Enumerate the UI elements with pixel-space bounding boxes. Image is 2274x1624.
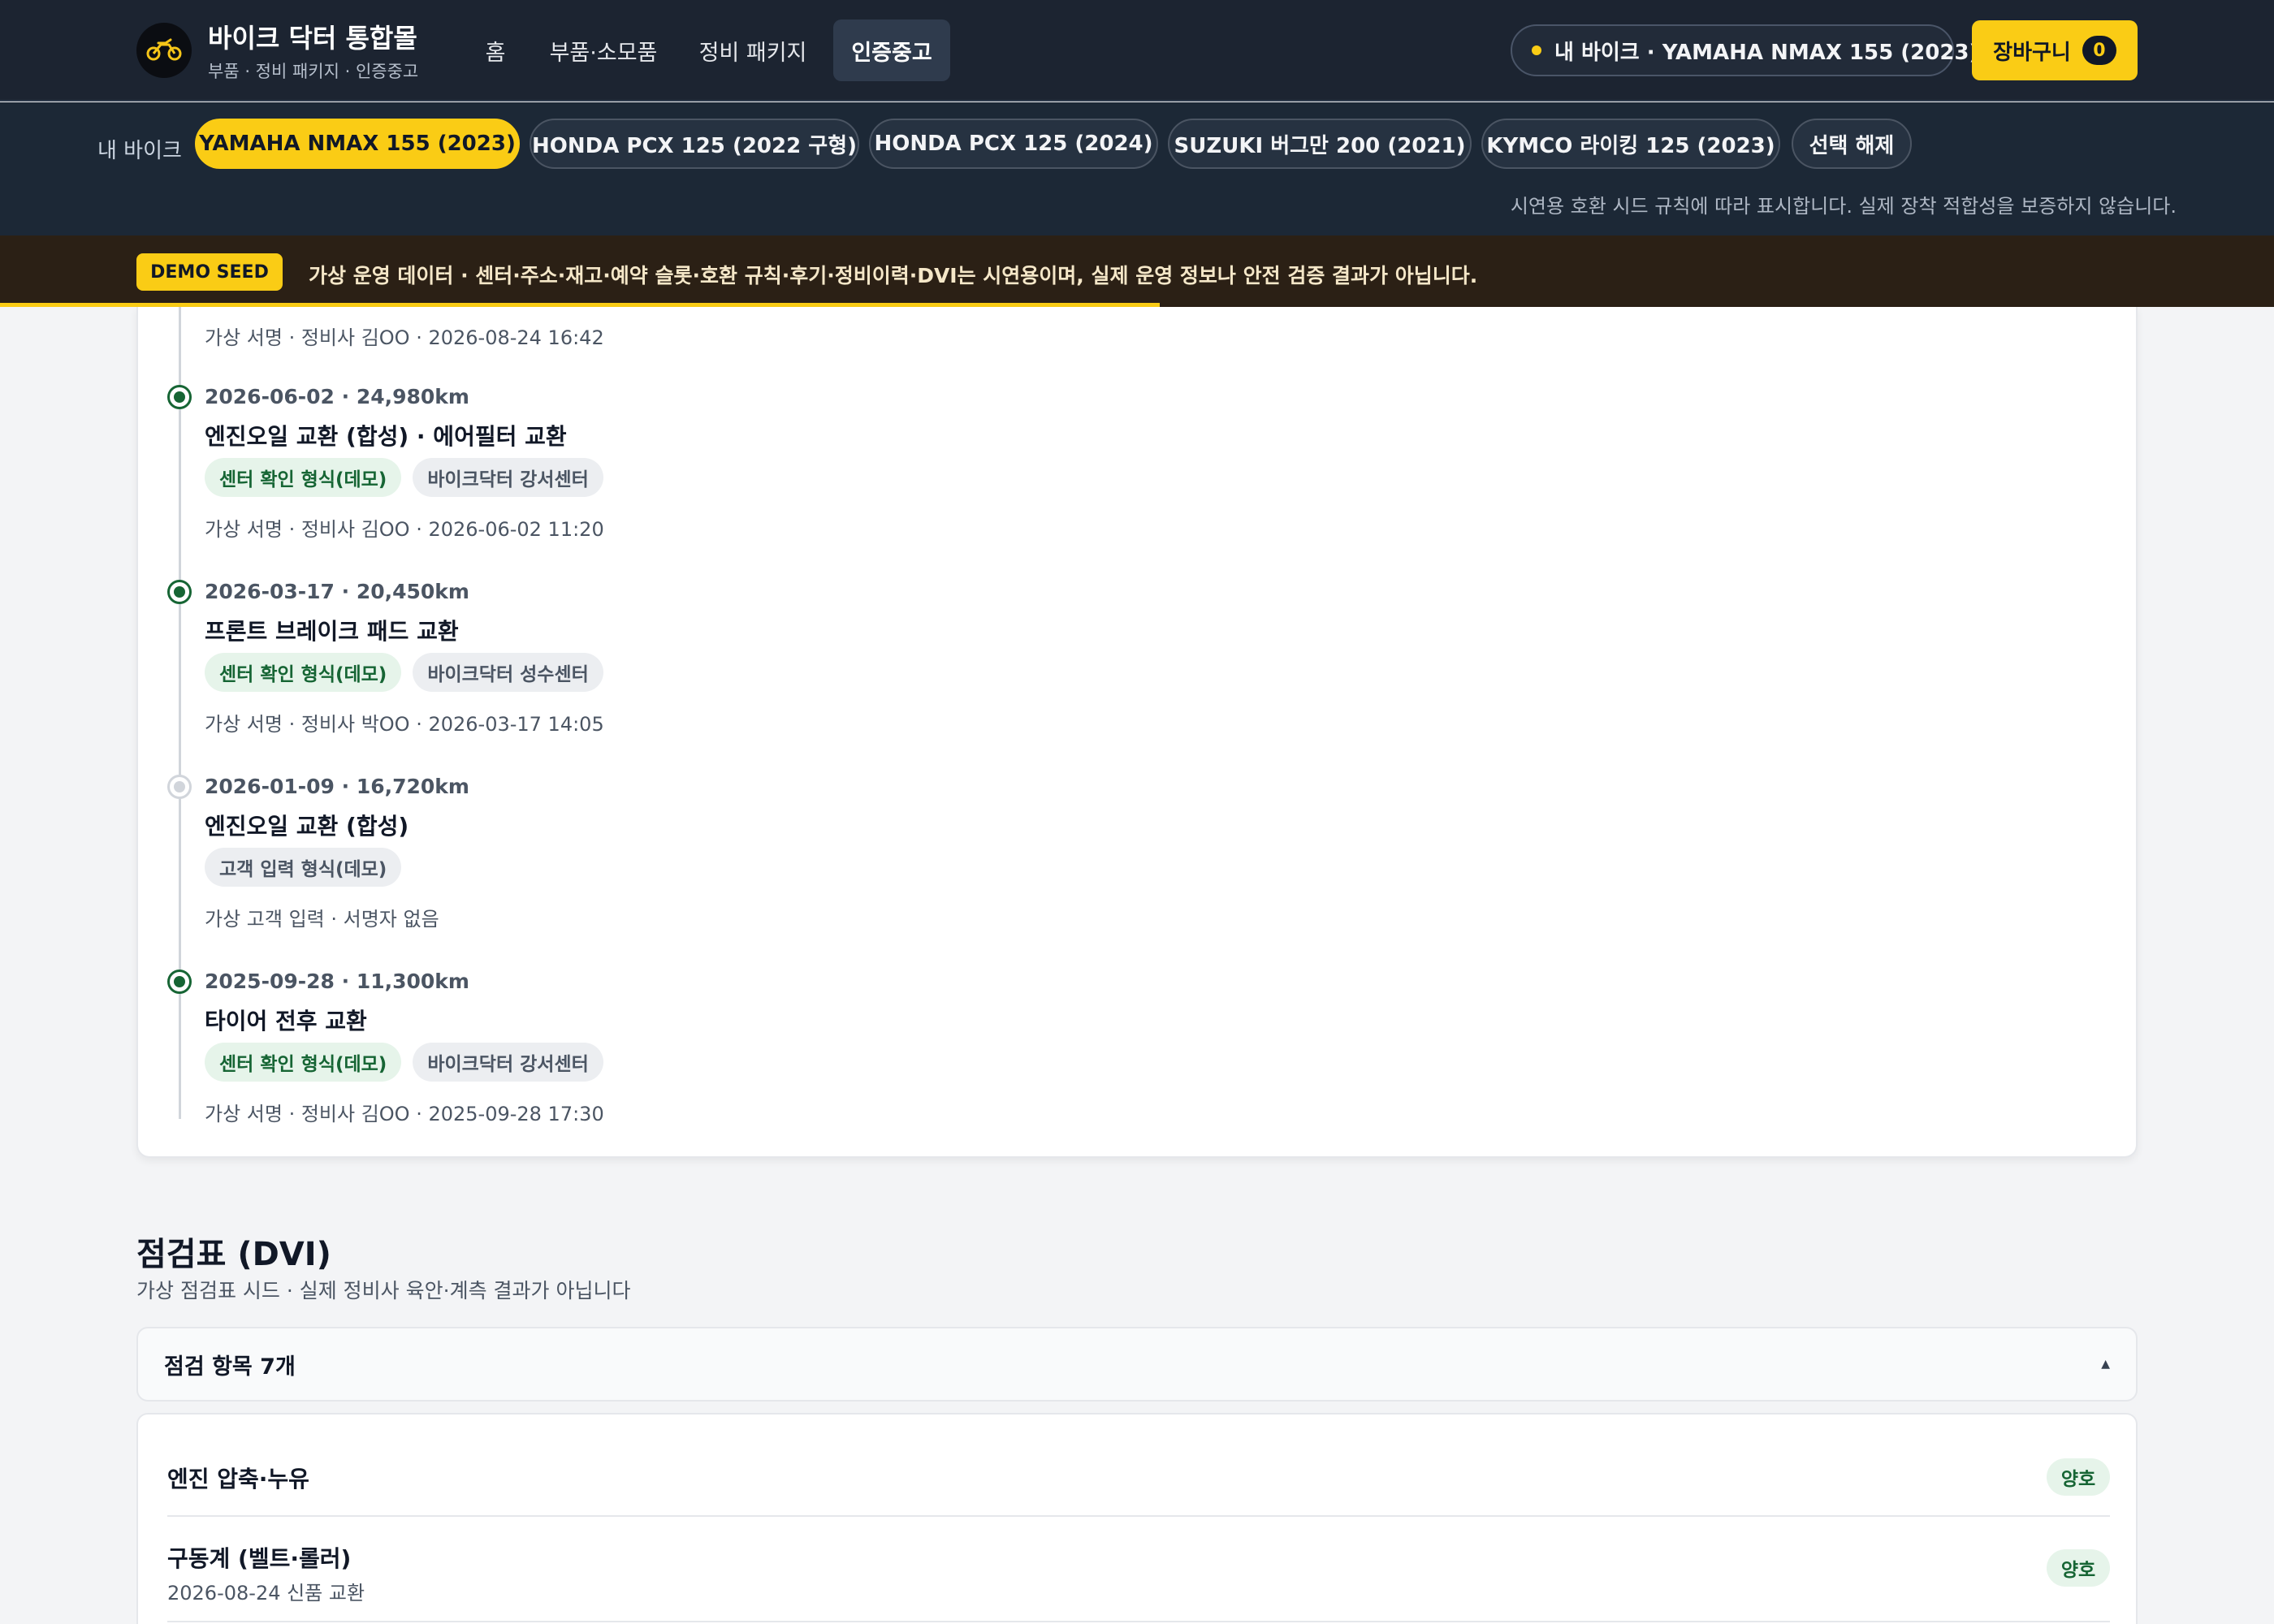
dvi-item-list: 엔진 압축·누유 양호 구동계 (벨트·롤러) 2026-08-24 신품 교환… — [136, 1413, 2138, 1624]
bike-chip-kymco-like[interactable]: KYMCO 라이킹 125 (2023) — [1481, 119, 1780, 169]
demo-seed-text: 가상 운영 데이터 · 센터·주소·재고·예약 슬롯·호환 규칙·후기·정비이력… — [309, 264, 1478, 287]
demo-seed-banner: DEMO SEED 가상 운영 데이터 · 센터·주소·재고·예약 슬롯·호환 … — [0, 235, 2274, 307]
service-history-timeline: 가상 서명 · 정비사 김OO · 2026-08-24 16:42 2026-… — [136, 307, 2138, 1158]
dvi-accordion-toggle[interactable]: 점검 항목 7개 ▲ — [136, 1327, 2138, 1402]
bike-chip-yamaha-nmax[interactable]: YAMAHA NMAX 155 (2023) — [195, 119, 520, 169]
dvi-section-title: 점검표 (DVI) — [136, 1236, 331, 1273]
top-header: 바이크 닥터 통합몰 부품 · 정비 패키지 · 인증중고 홈 부품·소모품 정… — [0, 0, 2274, 102]
timeline-entry-signature: 가상 서명 · 정비사 김OO · 2026-08-24 16:42 — [205, 326, 604, 349]
nav-parts[interactable]: 부품·소모품 — [541, 19, 666, 81]
bike-chip-clear[interactable]: 선택 해제 — [1792, 119, 1912, 169]
bike-chip-honda-pcx-2024[interactable]: HONDA PCX 125 (2024) — [869, 119, 1158, 169]
timeline-entry-title: 타이어 전후 교환 — [205, 1008, 367, 1034]
status-badge: 양호 — [2047, 1549, 2110, 1587]
timeline-entry-signature: 가상 서명 · 정비사 박OO · 2026-03-17 14:05 — [205, 713, 604, 736]
nav-home[interactable]: 홈 — [471, 19, 520, 81]
demo-seed-badge: DEMO SEED — [136, 253, 283, 291]
bike-selector-label: 내 바이크 — [97, 138, 182, 163]
verified-dot-icon — [167, 385, 192, 409]
verification-tag: 센터 확인 형식(데모) — [205, 458, 402, 497]
brand-logo[interactable] — [136, 23, 192, 78]
dvi-accordion-label: 점검 항목 7개 — [164, 1354, 296, 1380]
cart-button[interactable]: 장바구니 0 — [1972, 20, 2138, 80]
status-badge: 양호 — [2047, 1458, 2110, 1496]
center-tag: 바이크닥터 강서센터 — [413, 458, 603, 497]
timeline-entry-title: 엔진오일 교환 (합성) · 에어필터 교환 — [205, 423, 567, 450]
dvi-item-name: 구동계 (벨트·롤러) — [167, 1545, 352, 1572]
center-tag: 바이크닥터 강서센터 — [413, 1043, 603, 1082]
brand-title[interactable]: 바이크 닥터 통합몰 — [208, 18, 417, 55]
bike-chip-suzuki-burgman[interactable]: SUZUKI 버그만 200 (2021) — [1168, 119, 1472, 169]
dvi-item-row: 구동계 (벨트·롤러) 2026-08-24 신품 교환 양호 — [167, 1517, 2110, 1622]
verified-dot-icon — [167, 580, 192, 604]
timeline-entry-date: 2026-01-09 · 16,720km — [205, 775, 469, 798]
motorcycle-icon — [146, 37, 182, 64]
dvi-item-name: 엔진 압축·누유 — [167, 1466, 309, 1492]
my-bike-label: 내 바이크 · YAMAHA NMAX 155 (2023) — [1554, 40, 1979, 65]
timeline-entry-signature: 가상 서명 · 정비사 김OO · 2026-06-02 11:20 — [205, 518, 604, 541]
nav-service-packages[interactable]: 정비 패키지 — [692, 19, 814, 81]
timeline-entry-signature: 가상 고객 입력 · 서명자 없음 — [205, 908, 439, 931]
brand-subtitle: 부품 · 정비 패키지 · 인증중고 — [208, 62, 419, 81]
status-dot-icon — [1532, 45, 1541, 55]
timeline-entry-title: 엔진오일 교환 (합성) — [205, 813, 409, 840]
timeline-entry-date: 2026-06-02 · 24,980km — [205, 385, 469, 408]
verification-tag: 고객 입력 형식(데모) — [205, 848, 402, 887]
bike-chip-honda-pcx-2022[interactable]: HONDA PCX 125 (2022 구형) — [530, 119, 859, 169]
timeline-line — [179, 307, 181, 1119]
chevron-up-icon: ▲ — [2101, 1358, 2110, 1371]
center-tag: 바이크닥터 성수센터 — [413, 653, 603, 692]
timeline-entry-date: 2025-09-28 · 11,300km — [205, 970, 469, 993]
dvi-item-note: 2026-08-24 신품 교환 — [167, 1582, 365, 1605]
compatibility-disclaimer: 시연용 호환 시드 규칙에 따라 표시합니다. 실제 장착 적합성을 보증하지 … — [1510, 195, 2177, 218]
cart-count-badge: 0 — [2082, 36, 2116, 65]
nav-certified-used[interactable]: 인증중고 — [833, 19, 950, 81]
timeline-entry-signature: 가상 서명 · 정비사 김OO · 2025-09-28 17:30 — [205, 1103, 604, 1125]
verification-tag: 센터 확인 형식(데모) — [205, 653, 402, 692]
dvi-item-row: 엔진 압축·누유 양호 — [167, 1440, 2110, 1517]
timeline-entry-date: 2026-03-17 · 20,450km — [205, 580, 469, 603]
my-bike-selector[interactable]: 내 바이크 · YAMAHA NMAX 155 (2023) — [1511, 24, 1978, 76]
verified-dot-icon — [167, 970, 192, 994]
bike-selector-bar: 내 바이크 YAMAHA NMAX 155 (2023) HONDA PCX 1… — [0, 102, 2274, 235]
verification-tag: 센터 확인 형식(데모) — [205, 1043, 402, 1082]
dvi-section-subtitle: 가상 점검표 시드 · 실제 정비사 육안·계측 결과가 아닙니다 — [136, 1279, 631, 1302]
timeline-entry-title: 프론트 브레이크 패드 교환 — [205, 618, 459, 645]
unverified-dot-icon — [167, 775, 192, 799]
cart-label: 장바구니 — [1993, 40, 2071, 65]
